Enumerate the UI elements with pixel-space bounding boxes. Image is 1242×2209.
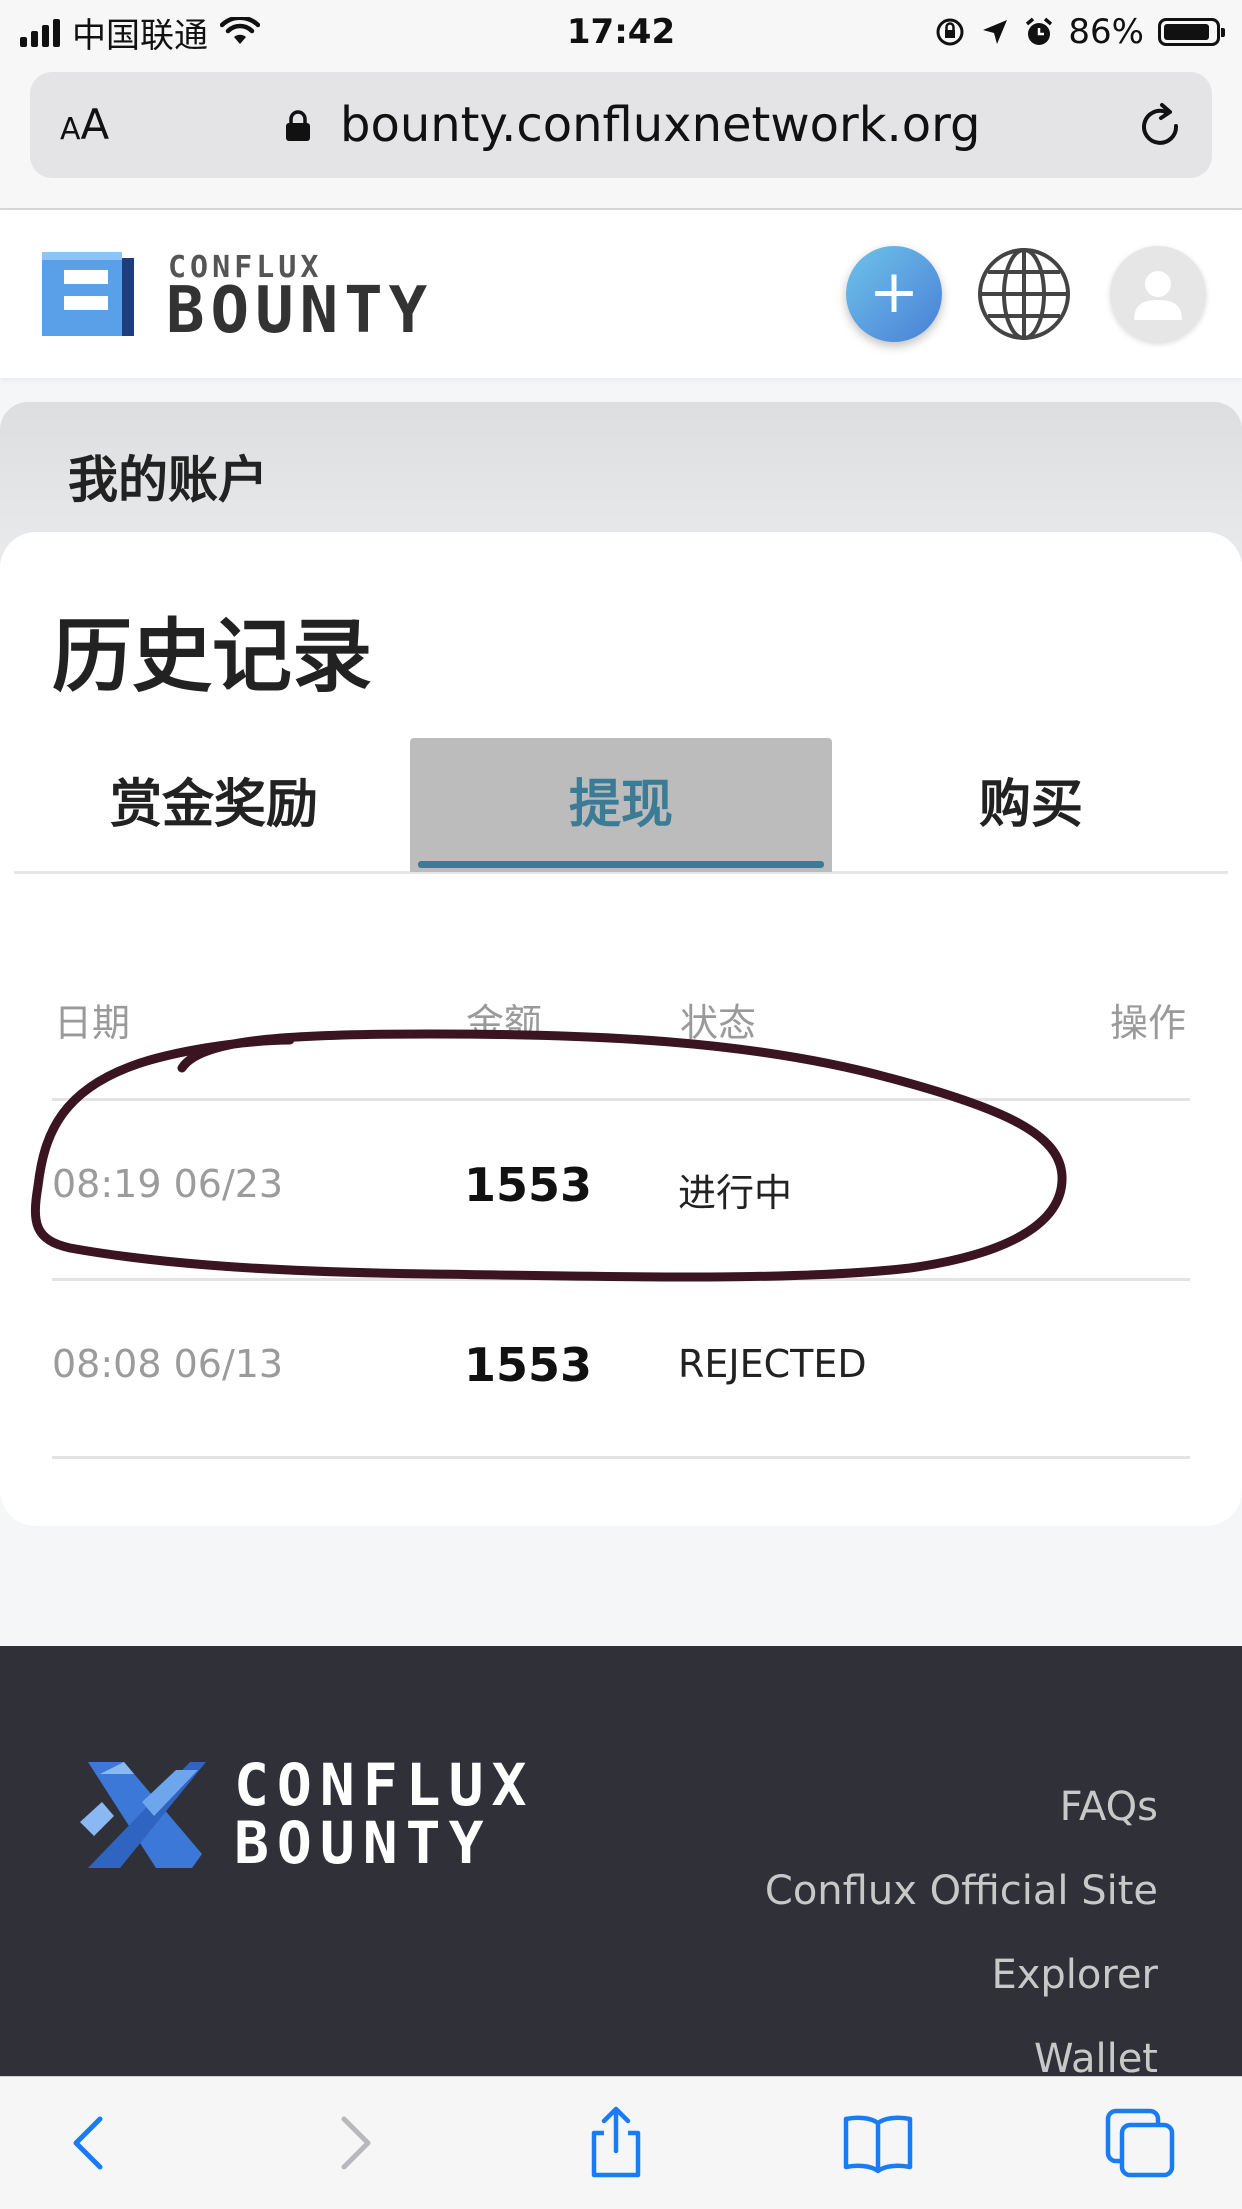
- site-footer: CONFLUX BOUNTY FAQs Conflux Official Sit…: [0, 1646, 1242, 2082]
- history-title: 历史记录: [52, 610, 372, 703]
- tabs-icon[interactable]: [1102, 2105, 1178, 2181]
- footer-link-explorer[interactable]: Explorer: [991, 1952, 1158, 1998]
- status-bar: 中国联通 17:42 86%: [0, 0, 1242, 64]
- reload-icon[interactable]: [1136, 102, 1186, 152]
- active-tab-indicator: [418, 861, 824, 868]
- hand-drawn-annotation-circle: [30, 1029, 1067, 1282]
- back-icon[interactable]: [54, 2105, 130, 2181]
- tab-withdraw-label: 提现: [568, 775, 673, 835]
- row-amount: 1553: [464, 1338, 593, 1392]
- bookmarks-icon[interactable]: [840, 2105, 916, 2181]
- share-icon[interactable]: [578, 2105, 654, 2181]
- orientation-lock-icon: [936, 18, 964, 46]
- user-avatar-button[interactable]: [1110, 246, 1206, 342]
- browser-toolbar: [0, 2076, 1242, 2209]
- tab-withdraw[interactable]: 提现: [410, 738, 832, 872]
- account-title: 我的账户: [68, 451, 268, 509]
- browser-address-area: AA bounty.confluxnetwork.org: [0, 64, 1242, 210]
- footer-logo-line-2: BOUNTY: [234, 1809, 492, 1877]
- user-icon: [1134, 271, 1182, 320]
- table-row: 08:08 06/13 1553 REJECTED: [0, 1282, 1242, 1460]
- battery-icon: [1158, 18, 1225, 46]
- bounty-logo-mark[interactable]: [42, 252, 134, 336]
- column-header-operation: 操作: [1109, 1001, 1186, 1045]
- site-header: CONFLUX BOUNTY +: [0, 210, 1242, 378]
- row-date: 08:08 06/13: [52, 1342, 284, 1386]
- tab-purchase[interactable]: 购买: [834, 738, 1228, 872]
- language-globe-icon[interactable]: [976, 246, 1072, 342]
- logo-text-bounty: BOUNTY: [166, 274, 434, 348]
- address-bar[interactable]: AA bounty.confluxnetwork.org: [30, 72, 1212, 178]
- lock-icon: [286, 110, 310, 141]
- reader-options-button[interactable]: AA: [60, 72, 109, 178]
- history-tabs: 赏金奖励 提现 购买: [14, 738, 1228, 874]
- conflux-x-logo-icon[interactable]: [80, 1762, 210, 1868]
- row-status: REJECTED: [678, 1342, 867, 1386]
- forward-icon[interactable]: [314, 2105, 390, 2181]
- footer-logo-line-1: CONFLUX: [234, 1751, 535, 1819]
- status-right: 86%: [934, 8, 1225, 56]
- divider: [52, 1456, 1190, 1459]
- tab-bounty-rewards[interactable]: 赏金奖励: [14, 738, 414, 872]
- location-icon: [983, 20, 1008, 44]
- create-bounty-button[interactable]: +: [846, 246, 942, 342]
- footer-link-faqs[interactable]: FAQs: [1060, 1784, 1158, 1830]
- url-text[interactable]: bounty.confluxnetwork.org: [340, 72, 980, 178]
- footer-link-official-site[interactable]: Conflux Official Site: [765, 1868, 1158, 1914]
- alarm-icon: [1026, 17, 1053, 45]
- battery-percent: 86%: [1068, 12, 1144, 52]
- footer-logo-text: CONFLUX BOUNTY: [234, 1756, 534, 1872]
